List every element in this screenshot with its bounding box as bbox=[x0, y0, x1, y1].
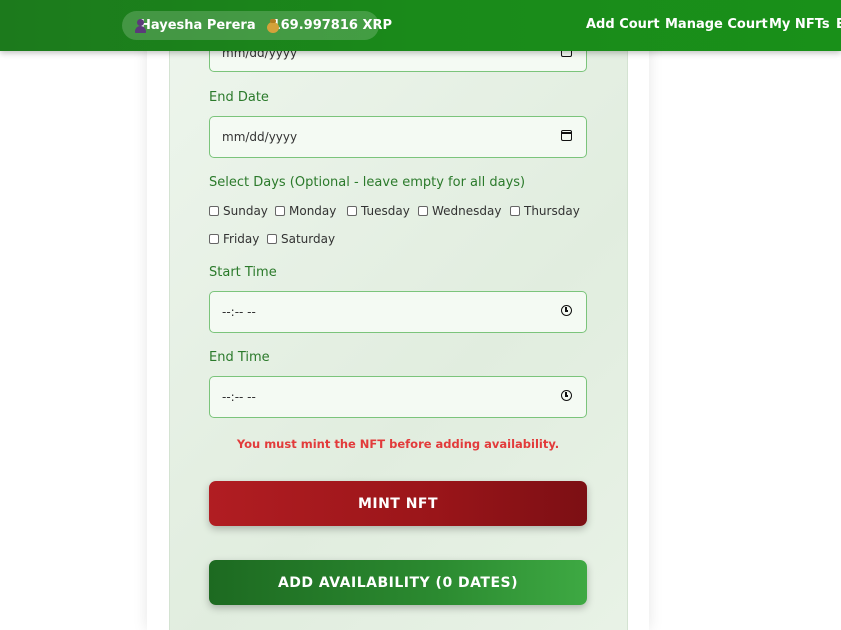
day-label: Saturday bbox=[281, 232, 336, 246]
day-checkbox-saturday[interactable]: Saturday bbox=[267, 232, 335, 246]
nav-item-cut-off[interactable]: E bbox=[836, 17, 841, 35]
checkbox-box[interactable] bbox=[209, 206, 219, 216]
clock-icon[interactable] bbox=[561, 305, 572, 319]
start-time-label: Start Time bbox=[209, 265, 277, 280]
day-checkbox-wednesday[interactable]: Wednesday bbox=[418, 204, 501, 218]
day-checkbox-friday[interactable]: Friday bbox=[209, 232, 259, 246]
day-checkbox-thursday[interactable]: Thursday bbox=[510, 204, 580, 218]
checkbox-box[interactable] bbox=[209, 234, 219, 244]
end-time-input[interactable]: --:-- -- bbox=[209, 376, 587, 418]
calendar-icon[interactable] bbox=[561, 130, 572, 144]
checkbox-box[interactable] bbox=[510, 206, 520, 216]
nav-manage-court[interactable]: Manage Court bbox=[665, 17, 768, 35]
mint-required-error: You must mint the NFT before adding avai… bbox=[236, 437, 560, 451]
end-time-label: End Time bbox=[209, 350, 270, 365]
checkbox-box[interactable] bbox=[347, 206, 357, 216]
day-label: Sunday bbox=[223, 204, 268, 218]
end-time-value: --:-- -- bbox=[222, 390, 256, 404]
add-availability-button[interactable]: ADD AVAILABILITY (0 DATES) bbox=[209, 560, 587, 605]
day-label: Monday bbox=[289, 204, 337, 218]
nav-my-nfts[interactable]: My NFTs bbox=[769, 17, 830, 35]
end-date-label: End Date bbox=[209, 90, 269, 105]
day-label: Wednesday bbox=[432, 204, 502, 218]
day-label: Friday bbox=[223, 232, 260, 246]
day-checkbox-monday[interactable]: Monday bbox=[275, 204, 336, 218]
mint-nft-button[interactable]: MINT NFT bbox=[209, 481, 587, 526]
select-days-label: Select Days (Optional - leave empty for … bbox=[209, 175, 526, 190]
end-date-input[interactable]: mm/dd/yyyy bbox=[209, 116, 587, 158]
checkbox-box[interactable] bbox=[267, 234, 277, 244]
nav-add-court[interactable]: Add Court bbox=[586, 17, 660, 35]
checkbox-box[interactable] bbox=[418, 206, 428, 216]
checkbox-box[interactable] bbox=[275, 206, 285, 216]
user-name: Hayesha Perera bbox=[140, 18, 256, 33]
day-checkbox-sunday[interactable]: Sunday bbox=[209, 204, 268, 218]
wallet-balance: 169.997816 XRP bbox=[271, 18, 393, 33]
day-label: Tuesday bbox=[361, 204, 410, 218]
top-header: Hayesha Perera 169.997816 XRP Add Court … bbox=[0, 0, 841, 51]
start-time-value: --:-- -- bbox=[222, 305, 256, 319]
user-info-pill[interactable]: Hayesha Perera 169.997816 XRP bbox=[122, 11, 392, 40]
day-label: Thursday bbox=[524, 204, 580, 218]
start-time-input[interactable]: --:-- -- bbox=[209, 291, 587, 333]
end-date-value: mm/dd/yyyy bbox=[222, 130, 298, 144]
day-checkbox-tuesday[interactable]: Tuesday bbox=[347, 204, 410, 218]
clock-icon[interactable] bbox=[561, 390, 572, 404]
